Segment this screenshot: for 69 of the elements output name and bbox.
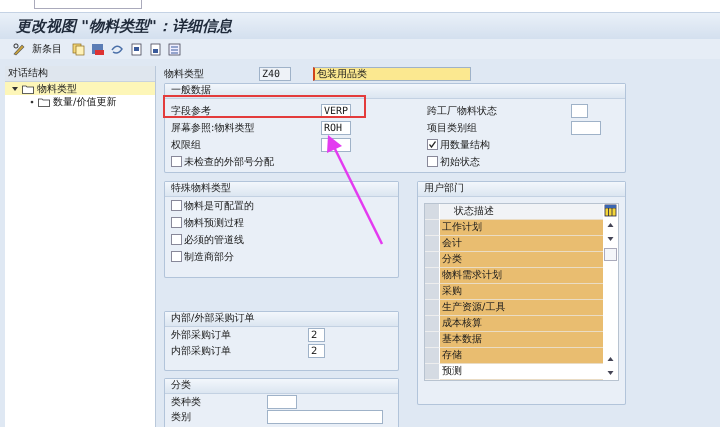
description-field[interactable]: 包装用品类: [313, 67, 471, 81]
table-cell: 成本核算: [440, 316, 603, 332]
tree-label: 物料类型: [37, 82, 77, 96]
column-settings-icon[interactable]: [604, 204, 617, 218]
group-title: 特殊物料类型: [165, 182, 398, 197]
checkbox[interactable]: [427, 156, 438, 167]
table-cell: 采购: [440, 284, 603, 300]
checkbox[interactable]: [171, 217, 182, 228]
input-field[interactable]: 2: [308, 328, 325, 342]
field-label: 跨工厂物料状态: [427, 104, 498, 118]
table-cell: 存储: [440, 348, 603, 364]
field-label: 类种类: [171, 396, 202, 408]
input-field[interactable]: 2: [308, 344, 325, 358]
input-field[interactable]: [571, 104, 588, 118]
tree-item[interactable]: 数量/价值更新: [5, 95, 155, 108]
table-cell: 工作计划: [440, 220, 603, 236]
field-label: 类别: [171, 410, 192, 424]
checkbox-label: 制造商部分: [184, 250, 234, 264]
document-icon[interactable]: [130, 42, 143, 56]
field-label: 项目类别组: [427, 122, 478, 134]
table-cell: 分类: [440, 252, 603, 268]
panel-header: 对话结构: [5, 66, 155, 82]
new-entries-button[interactable]: 新条目: [32, 42, 62, 56]
field-label: 外部采购订单: [171, 328, 232, 342]
input-field[interactable]: ROH: [321, 120, 351, 134]
checkbox-label: 未检查的外部号分配: [184, 156, 274, 168]
field-label: 字段参考: [171, 104, 212, 118]
scroll-thumb[interactable]: [604, 248, 617, 261]
bullet-icon: [29, 98, 35, 104]
command-field[interactable]: [34, 0, 142, 9]
input-field[interactable]: VERP: [321, 104, 351, 118]
checkbox-label: 必须的管道线: [184, 234, 244, 246]
tree-item[interactable]: 物料类型: [5, 82, 155, 95]
undo-icon[interactable]: [110, 42, 124, 56]
checkbox-label: 用数量结构: [440, 138, 490, 152]
table-cell: 基本数据: [440, 332, 603, 348]
group-title: 一般数据: [165, 84, 625, 99]
group-title: 内部/外部采购订单: [165, 312, 398, 327]
checkbox[interactable]: [171, 200, 182, 211]
checkbox-label: 初始状态: [440, 156, 480, 168]
input-field[interactable]: [267, 410, 383, 424]
table-cell: 生产资源/工具: [440, 300, 603, 316]
checkbox[interactable]: [427, 139, 438, 150]
list-icon[interactable]: [168, 42, 181, 56]
checkbox-label: 物料预测过程: [184, 216, 244, 230]
group-title: 分类: [165, 379, 398, 394]
field-label: 内部采购订单: [171, 344, 232, 358]
group-title: 用户部门: [418, 182, 625, 197]
field-label: 屏幕参照:物料类型: [171, 122, 256, 134]
tree-label: 数量/价值更新: [53, 96, 116, 108]
delete-icon[interactable]: [91, 42, 104, 56]
input-field[interactable]: [267, 394, 297, 408]
input-field[interactable]: [571, 120, 601, 134]
table-cell: 预测: [440, 364, 603, 380]
expand-icon[interactable]: [11, 84, 19, 92]
column-header[interactable]: 状态描述: [440, 204, 603, 220]
pencil-icon[interactable]: [12, 42, 26, 56]
table-cell: 物料需求计划: [440, 268, 603, 284]
field-label: 权限组: [171, 138, 202, 152]
code-field: Z40: [259, 67, 291, 81]
checkbox[interactable]: [171, 251, 182, 262]
checkbox[interactable]: [171, 234, 182, 245]
table-cell: 会计: [440, 236, 603, 252]
document-icon[interactable]: [149, 42, 162, 56]
field-label: 物料类型: [164, 68, 205, 81]
window-title: 更改视图 "物料类型"：详细信息: [16, 16, 232, 36]
checkbox-label: 物料是可配置的: [184, 200, 254, 212]
copy-icon[interactable]: [72, 42, 85, 56]
checkbox[interactable]: [171, 156, 182, 167]
